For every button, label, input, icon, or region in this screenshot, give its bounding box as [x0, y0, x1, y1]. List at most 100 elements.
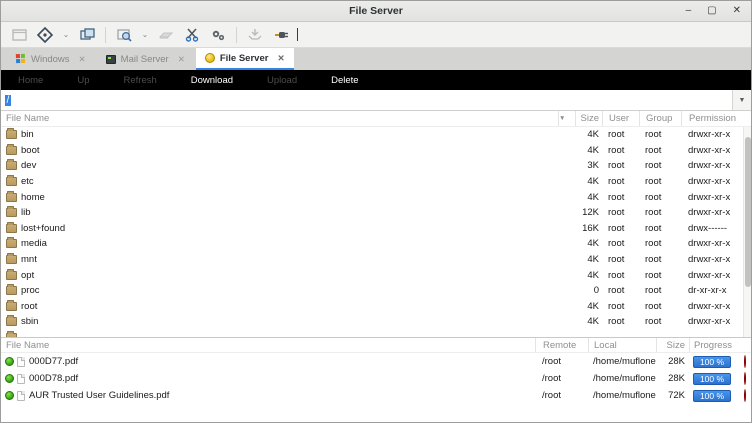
path-input[interactable]: / [1, 90, 732, 110]
transfer-size: 28K [656, 356, 689, 367]
folder-icon [6, 146, 17, 155]
chevron-down-icon[interactable]: ⌄ [61, 30, 71, 39]
file-row[interactable]: lost+found 16K root root drwx------ [1, 221, 751, 237]
action-button[interactable]: Delete [314, 75, 375, 86]
transfer-remote-path: /root [535, 390, 588, 401]
transfer-row[interactable]: 000D77.pdf /root /home/muflone 28K 100 % [1, 353, 751, 370]
tab-windows[interactable]: Windows ✕ [7, 48, 95, 70]
file-permission: drwxr-xr-x [681, 192, 742, 203]
file-row[interactable] [1, 330, 751, 338]
path-dropdown-button[interactable]: ▼ [732, 90, 751, 110]
column-group[interactable]: Group [639, 111, 681, 126]
vertical-scrollbar[interactable] [743, 127, 751, 337]
action-button[interactable]: Up [60, 75, 106, 86]
file-group: root [639, 238, 681, 249]
column-file-name[interactable]: File Name [1, 338, 535, 352]
file-row[interactable]: media 4K root root drwxr-xr-x [1, 236, 751, 252]
file-group: root [639, 301, 681, 312]
action-button[interactable]: Download [174, 75, 250, 86]
file-group: root [639, 316, 681, 327]
tab-mail-server[interactable]: Mail Server ✕ [97, 48, 194, 70]
file-permission: dr-xr-xr-x [681, 285, 742, 296]
folder-icon [6, 271, 17, 280]
stop-status-icon[interactable] [744, 389, 746, 402]
save-screenshot-icon[interactable] [245, 26, 265, 44]
status-complete-icon [5, 374, 14, 383]
magnifier-icon[interactable] [114, 26, 134, 44]
file-size: 0 [575, 285, 602, 296]
stop-status-icon[interactable] [744, 355, 746, 368]
sort-indicator-icon[interactable]: ▼ [558, 111, 575, 126]
file-name: etc [21, 176, 34, 187]
file-group: root [639, 223, 681, 234]
transfer-row[interactable]: AUR Trusted User Guidelines.pdf /root /h… [1, 387, 751, 404]
tab-close-icon[interactable]: ✕ [277, 53, 284, 64]
file-name: lost+found [21, 223, 65, 234]
close-icon[interactable]: ✕ [733, 6, 741, 16]
file-name: bin [21, 129, 34, 140]
file-name: lib [21, 207, 31, 218]
column-remote[interactable]: Remote [535, 338, 588, 352]
column-permission[interactable]: Permission [681, 111, 742, 126]
tab-label: File Server [220, 53, 269, 64]
keyboard-grab-icon[interactable] [156, 26, 176, 44]
resize-window-icon[interactable] [9, 26, 29, 44]
app-window: File Server – ▢ ✕ ⌄ ⌄ [0, 0, 752, 423]
file-row[interactable]: etc 4K root root drwxr-xr-x [1, 174, 751, 190]
column-size[interactable]: Size [575, 111, 602, 126]
chevron-down-icon[interactable]: ⌄ [140, 30, 150, 39]
column-local[interactable]: Local [588, 338, 656, 352]
screenshot-scissors-icon[interactable] [182, 26, 202, 44]
stop-status-icon[interactable] [744, 372, 746, 385]
file-row[interactable]: lib 12K root root drwxr-xr-x [1, 205, 751, 221]
file-row[interactable]: proc 0 root root dr-xr-xr-x [1, 283, 751, 299]
action-button[interactable]: Upload [250, 75, 314, 86]
fit-window-icon[interactable] [35, 26, 55, 44]
file-row[interactable]: mnt 4K root root drwxr-xr-x [1, 252, 751, 268]
file-group: root [639, 145, 681, 156]
column-size[interactable]: Size [656, 338, 689, 352]
path-value: / [5, 95, 11, 106]
file-row[interactable]: opt 4K root root drwxr-xr-x [1, 267, 751, 283]
file-row[interactable]: bin 4K root root drwxr-xr-x [1, 127, 751, 143]
tab-bar: Windows ✕ Mail Server ✕ File Server ✕ [1, 48, 751, 70]
file-size: 4K [575, 129, 602, 140]
disconnect-plug-icon[interactable] [271, 26, 291, 44]
action-button[interactable]: Home [1, 75, 60, 86]
file-size: 4K [575, 301, 602, 312]
tab-close-icon[interactable]: ✕ [79, 54, 86, 65]
file-row[interactable]: home 4K root root drwxr-xr-x [1, 189, 751, 205]
minimize-icon[interactable]: – [686, 6, 692, 16]
column-file-name[interactable]: File Name [1, 111, 558, 126]
file-row[interactable]: sbin 4K root root drwxr-xr-x [1, 314, 751, 330]
file-name: root [21, 301, 37, 312]
file-size: 4K [575, 238, 602, 249]
settings-gears-icon[interactable] [208, 26, 228, 44]
file-row[interactable]: root 4K root root drwxr-xr-x [1, 299, 751, 315]
file-user: root [602, 160, 639, 171]
column-progress[interactable]: Progress [689, 338, 741, 352]
transfer-size: 28K [656, 373, 689, 384]
column-user[interactable]: User [602, 111, 639, 126]
file-permission: drwxr-xr-x [681, 207, 742, 218]
duplicate-connection-icon[interactable] [77, 26, 97, 44]
file-size: 4K [575, 192, 602, 203]
file-row[interactable]: dev 3K root root drwxr-xr-x [1, 158, 751, 174]
title-bar[interactable]: File Server – ▢ ✕ [1, 1, 751, 22]
transfer-rows: 000D77.pdf /root /home/muflone 28K 100 %… [1, 353, 751, 404]
file-user: root [602, 301, 639, 312]
tab-close-icon[interactable]: ✕ [178, 54, 185, 65]
toolbar-separator [105, 27, 106, 43]
address-bar: / ▼ [1, 90, 751, 111]
folder-icon [6, 224, 17, 233]
tab-label: Windows [31, 54, 70, 65]
file-size: 3K [575, 160, 602, 171]
action-button[interactable]: Refresh [107, 75, 174, 86]
transfer-local-path: /home/muflone [588, 356, 656, 367]
transfer-row[interactable]: 000D78.pdf /root /home/muflone 28K 100 % [1, 370, 751, 387]
scrollbar-thumb[interactable] [745, 137, 751, 287]
tab-file-server[interactable]: File Server ✕ [196, 48, 294, 70]
maximize-icon[interactable]: ▢ [707, 6, 716, 16]
file-row[interactable]: boot 4K root root drwxr-xr-x [1, 143, 751, 159]
transfer-panel: File Name Remote Local Size Progress 000… [1, 338, 751, 422]
